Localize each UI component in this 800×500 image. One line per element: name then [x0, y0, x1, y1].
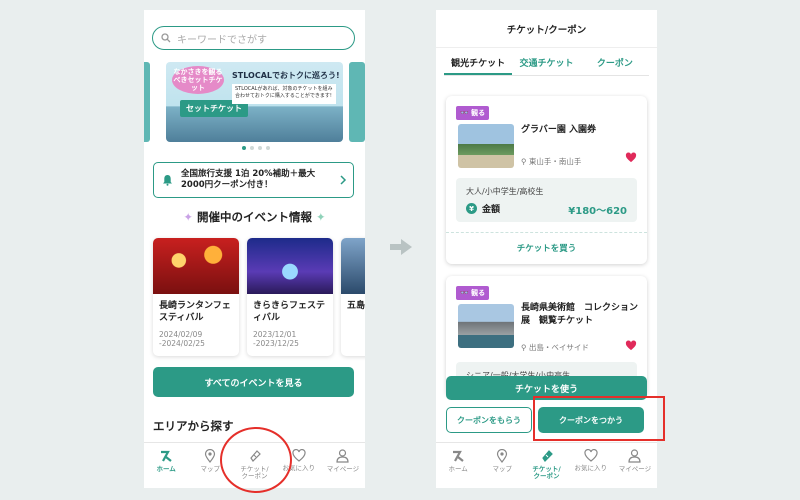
tab-label: ホーム: [156, 465, 176, 473]
tab-map[interactable]: マップ: [480, 443, 524, 488]
location-pin-icon: ⚲: [521, 343, 529, 352]
events-title-text: 開催中のイベント情報: [197, 210, 312, 224]
banner-brand-title: STLOCALでおトクに巡ろう!: [232, 71, 340, 80]
event-date: 2024/02/09 -2024/02/25: [159, 330, 205, 348]
heart-icon: [292, 449, 306, 462]
tab-label: ホーム: [448, 465, 468, 473]
events-section-title: ✦ 開催中のイベント情報 ✦: [144, 209, 365, 225]
ticket-image: [458, 124, 514, 168]
event-name: 長崎ランタンフェスティバル: [159, 301, 231, 323]
event-image: [153, 238, 239, 294]
tab-mypage[interactable]: マイページ: [613, 443, 657, 488]
event-card[interactable]: 五島: [341, 238, 365, 356]
page-title: チケット/クーポン: [436, 10, 657, 48]
see-all-events-button[interactable]: すべてのイベントを見る: [153, 367, 354, 397]
price-range: ¥180〜620: [568, 206, 627, 217]
notice-text: 全国旅行支援 1泊 20%補助＋最大2000円クーポン付き！: [181, 169, 316, 190]
get-coupon-button[interactable]: クーポンをもらう: [446, 407, 532, 433]
area-section-title: エリアから探す: [153, 419, 234, 433]
map-pin-icon: [497, 449, 508, 463]
favorite-heart-icon[interactable]: [625, 340, 637, 351]
tab-label: マップ: [492, 465, 513, 473]
banner-slide[interactable]: なかさきを観るべきセットチケット セットチケット STLOCALでおトクに巡ろう…: [166, 62, 343, 142]
banner-note: STLOCALがあれば、対象のチケットを組み合わせておトクに購入することができま…: [232, 84, 336, 104]
highlight-rectangle: [533, 396, 665, 441]
price-box: 大人/小中学生/高校生 ¥ 金額 ¥180〜620: [456, 178, 637, 222]
ticket-location: ⚲ 出島・ベイサイド: [521, 342, 589, 353]
tab-transport-tickets[interactable]: 交通チケット: [512, 54, 580, 75]
price-label-text: 金額: [482, 205, 501, 215]
carousel-dot[interactable]: [242, 146, 246, 150]
carousel-dot[interactable]: [266, 146, 270, 150]
tab-tickets[interactable]: チケット/ クーポン: [524, 443, 568, 488]
segment-tabs: 観光チケット 交通チケット クーポン: [444, 54, 649, 76]
badge-label: 観る: [471, 109, 486, 117]
favorite-heart-icon[interactable]: [625, 152, 637, 163]
binoculars-icon: 👓: [460, 109, 469, 117]
prev-slide[interactable]: [144, 62, 150, 142]
heart-icon: [584, 449, 598, 462]
home-logo-icon: [161, 450, 172, 462]
event-name: 五島: [347, 301, 365, 311]
location-pin-icon: ⚲: [521, 157, 529, 166]
travel-support-notice[interactable]: 全国旅行支援 1泊 20%補助＋最大2000円クーポン付き！: [153, 162, 354, 198]
tab-label: お気に入り: [574, 464, 607, 472]
map-pin-icon: [205, 449, 216, 463]
tab-sightseeing-tickets[interactable]: 観光チケット: [444, 54, 513, 75]
home-screen: キーワードでさがす なかさきを観るべきセットチケット セットチケット STLOC…: [144, 10, 365, 488]
bell-icon: [163, 175, 172, 186]
search-icon: [161, 33, 171, 43]
event-image: [247, 238, 333, 294]
event-name: きらきらフェスティバル: [253, 301, 326, 323]
category-badge: 👓 観る: [456, 106, 490, 120]
search-input[interactable]: キーワードでさがす: [152, 26, 355, 50]
ticket-location: ⚲ 東山手・南山手: [521, 156, 581, 167]
price-label: ¥ 金額: [466, 202, 500, 215]
chevron-right-icon: [340, 175, 347, 185]
tab-label: マップ: [200, 465, 221, 473]
user-icon: [336, 449, 350, 463]
user-icon: [628, 449, 642, 463]
divider: [446, 232, 647, 233]
confetti-icon: ✦: [312, 210, 326, 224]
carousel-dots: [242, 146, 270, 150]
tab-home[interactable]: ホーム: [144, 443, 188, 488]
event-date: 2023/12/01 -2023/12/25: [253, 330, 299, 348]
category-badge: 👓 観る: [456, 286, 490, 300]
location-text: 出島・ベイサイド: [528, 343, 589, 352]
arrow-right-icon: [390, 239, 412, 255]
next-slide[interactable]: [349, 62, 365, 142]
tab-label: マイページ: [326, 465, 360, 473]
search-placeholder: キーワードでさがす: [177, 34, 267, 46]
ticket-name: グラバー園 入園券: [521, 125, 597, 135]
ticket-icon: [541, 450, 553, 462]
tab-favorites[interactable]: お気に入り: [569, 443, 613, 488]
event-card[interactable]: 長崎ランタンフェスティバル 2024/02/09 -2024/02/25: [153, 238, 239, 356]
banner-badge: なかさきを観るべきセットチケット: [172, 66, 224, 94]
badge-label: 観る: [471, 289, 486, 297]
home-logo-icon: [453, 450, 464, 462]
carousel-dot[interactable]: [258, 146, 262, 150]
binoculars-icon: 👓: [460, 289, 469, 297]
ticket-name: 長崎県美術館 コレクション展 観覧チケット: [521, 303, 639, 326]
event-card[interactable]: きらきらフェスティバル 2023/12/01 -2023/12/25: [247, 238, 333, 356]
tab-home[interactable]: ホーム: [436, 443, 480, 488]
ticket-card[interactable]: 👓 観る グラバー園 入園券 ⚲ 東山手・南山手 大人/小中学生/高校生 ¥ 金額…: [446, 96, 647, 264]
tab-label: マイページ: [618, 465, 652, 473]
carousel-dot[interactable]: [250, 146, 254, 150]
tab-label: チケット/ クーポン: [532, 465, 561, 480]
buy-ticket-link[interactable]: チケットを買う: [446, 242, 647, 254]
location-text: 東山手・南山手: [528, 157, 582, 166]
highlight-circle: [220, 427, 292, 493]
banner-carousel[interactable]: なかさきを観るべきセットチケット セットチケット STLOCALでおトクに巡ろう…: [144, 62, 365, 150]
ticket-image: [458, 304, 514, 348]
tab-coupons[interactable]: クーポン: [581, 54, 649, 75]
bottom-tab-bar: ホーム マップ チケット/ クーポン お気に入り マイページ: [436, 442, 657, 488]
audience-label: 大人/小中学生/高校生: [466, 187, 544, 196]
yen-icon: ¥: [466, 203, 477, 214]
confetti-icon: ✦: [183, 210, 197, 224]
tab-mypage[interactable]: マイページ: [321, 443, 365, 488]
event-image: [341, 238, 365, 294]
